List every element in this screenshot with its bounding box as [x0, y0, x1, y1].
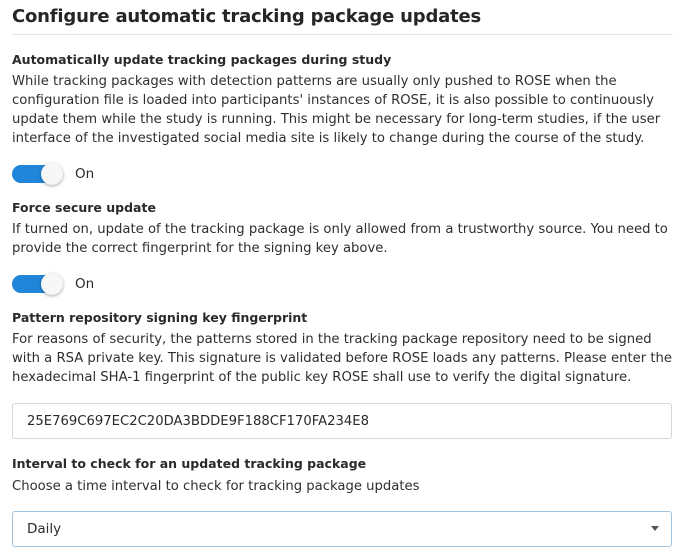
interval-label: Interval to check for an updated trackin…: [12, 456, 367, 471]
auto-update-label: Automatically update tracking packages d…: [12, 52, 392, 67]
secure-update-toggle-row: On: [12, 273, 94, 295]
interval-description: Choose a time interval to check for trac…: [12, 479, 420, 494]
fingerprint-description: For reasons of security, the patterns st…: [12, 332, 672, 385]
auto-update-toggle-state: On: [75, 166, 95, 182]
secure-update-toggle[interactable]: [12, 273, 63, 295]
auto-update-toggle-row: On: [12, 163, 94, 185]
title-divider: [12, 34, 673, 35]
fingerprint-field[interactable]: [12, 403, 672, 439]
auto-update-description: While tracking packages with detection p…: [12, 74, 661, 146]
fingerprint-input[interactable]: [27, 404, 647, 438]
auto-update-toggle[interactable]: [12, 163, 63, 185]
secure-update-description: If turned on, update of the tracking pac…: [12, 222, 668, 256]
secure-update-label: Force secure update: [12, 200, 156, 215]
secure-update-toggle-state: On: [75, 276, 95, 292]
caret-down-icon: [651, 526, 659, 531]
toggle-knob: [41, 273, 63, 295]
interval-select[interactable]: Daily: [12, 511, 672, 547]
page-title: Configure automatic tracking package upd…: [12, 6, 482, 27]
toggle-knob: [41, 163, 63, 185]
interval-selected-value: Daily: [27, 521, 62, 537]
fingerprint-label: Pattern repository signing key fingerpri…: [12, 310, 308, 325]
